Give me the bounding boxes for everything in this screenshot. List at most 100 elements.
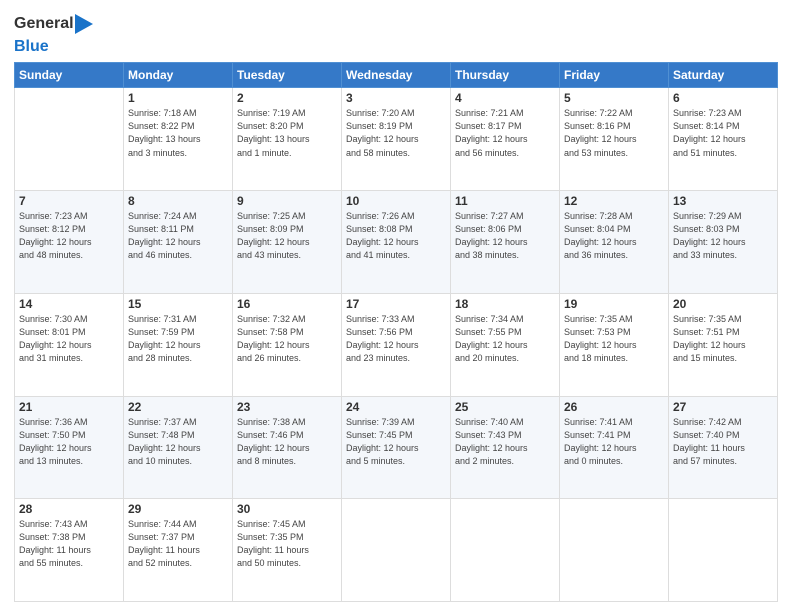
day-number: 17 xyxy=(346,297,446,311)
col-header-tuesday: Tuesday xyxy=(233,63,342,88)
day-info: Sunrise: 7:22 AMSunset: 8:16 PMDaylight:… xyxy=(564,107,664,159)
calendar-cell: 30 Sunrise: 7:45 AMSunset: 7:35 PMDayligh… xyxy=(233,499,342,602)
calendar-cell xyxy=(15,88,124,191)
day-info: Sunrise: 7:19 AMSunset: 8:20 PMDaylight:… xyxy=(237,107,337,159)
day-info: Sunrise: 7:32 AMSunset: 7:58 PMDaylight:… xyxy=(237,313,337,365)
day-number: 25 xyxy=(455,400,555,414)
day-info: Sunrise: 7:28 AMSunset: 8:04 PMDaylight:… xyxy=(564,210,664,262)
day-info: Sunrise: 7:44 AMSunset: 7:37 PMDaylight:… xyxy=(128,518,228,570)
day-number: 28 xyxy=(19,502,119,516)
week-row-3: 14 Sunrise: 7:30 AMSunset: 8:01 PMDayligh… xyxy=(15,293,778,396)
day-info: Sunrise: 7:25 AMSunset: 8:09 PMDaylight:… xyxy=(237,210,337,262)
calendar-cell xyxy=(669,499,778,602)
day-number: 5 xyxy=(564,91,664,105)
calendar-cell: 11 Sunrise: 7:27 AMSunset: 8:06 PMDayligh… xyxy=(451,191,560,294)
col-header-sunday: Sunday xyxy=(15,63,124,88)
calendar-cell: 16Sunrise: 7:32 AMSunset: 7:58 PMDayligh… xyxy=(233,293,342,396)
day-number: 4 xyxy=(455,91,555,105)
day-info: Sunrise: 7:18 AMSunset: 8:22 PMDaylight:… xyxy=(128,107,228,159)
day-info: Sunrise: 7:40 AMSunset: 7:43 PMDaylight:… xyxy=(455,416,555,468)
day-info: Sunrise: 7:39 AMSunset: 7:45 PMDaylight:… xyxy=(346,416,446,468)
day-info: Sunrise: 7:38 AMSunset: 7:46 PMDaylight:… xyxy=(237,416,337,468)
week-row-5: 28Sunrise: 7:43 AMSunset: 7:38 PMDayligh… xyxy=(15,499,778,602)
calendar-header-row: SundayMondayTuesdayWednesdayThursdayFrid… xyxy=(15,63,778,88)
logo: General Blue xyxy=(14,10,93,56)
calendar-cell xyxy=(560,499,669,602)
calendar-cell: 22 Sunrise: 7:37 AMSunset: 7:48 PMDayligh… xyxy=(124,396,233,499)
day-number: 6 xyxy=(673,91,773,105)
day-number: 19 xyxy=(564,297,664,311)
day-number: 1 xyxy=(128,91,228,105)
calendar-cell xyxy=(451,499,560,602)
day-number: 9 xyxy=(237,194,337,208)
calendar-cell: 12 Sunrise: 7:28 AMSunset: 8:04 PMDayligh… xyxy=(560,191,669,294)
day-info: Sunrise: 7:34 AMSunset: 7:55 PMDaylight:… xyxy=(455,313,555,365)
day-info: Sunrise: 7:23 AMSunset: 8:14 PMDaylight:… xyxy=(673,107,773,159)
calendar-cell: 21 Sunrise: 7:36 AMSunset: 7:50 PMDayligh… xyxy=(15,396,124,499)
day-info: Sunrise: 7:31 AMSunset: 7:59 PMDaylight:… xyxy=(128,313,228,365)
col-header-saturday: Saturday xyxy=(669,63,778,88)
calendar-cell: 19 Sunrise: 7:35 AMSunset: 7:53 PMDayligh… xyxy=(560,293,669,396)
calendar-cell: 7 Sunrise: 7:23 AMSunset: 8:12 PMDaylight… xyxy=(15,191,124,294)
calendar-cell: 13Sunrise: 7:29 AMSunset: 8:03 PMDayligh… xyxy=(669,191,778,294)
day-number: 2 xyxy=(237,91,337,105)
day-number: 8 xyxy=(128,194,228,208)
calendar-cell: 1 Sunrise: 7:18 AMSunset: 8:22 PMDaylight… xyxy=(124,88,233,191)
calendar-table: SundayMondayTuesdayWednesdayThursdayFrid… xyxy=(14,62,778,602)
week-row-1: 1 Sunrise: 7:18 AMSunset: 8:22 PMDaylight… xyxy=(15,88,778,191)
week-row-2: 7 Sunrise: 7:23 AMSunset: 8:12 PMDaylight… xyxy=(15,191,778,294)
logo-text: General Blue xyxy=(14,10,93,56)
calendar-cell: 27Sunrise: 7:42 AMSunset: 7:40 PMDayligh… xyxy=(669,396,778,499)
col-header-thursday: Thursday xyxy=(451,63,560,88)
day-number: 27 xyxy=(673,400,773,414)
day-number: 10 xyxy=(346,194,446,208)
calendar-cell: 2 Sunrise: 7:19 AMSunset: 8:20 PMDaylight… xyxy=(233,88,342,191)
day-info: Sunrise: 7:27 AMSunset: 8:06 PMDaylight:… xyxy=(455,210,555,262)
day-number: 30 xyxy=(237,502,337,516)
day-info: Sunrise: 7:23 AMSunset: 8:12 PMDaylight:… xyxy=(19,210,119,262)
calendar-cell: 28Sunrise: 7:43 AMSunset: 7:38 PMDayligh… xyxy=(15,499,124,602)
day-number: 15 xyxy=(128,297,228,311)
day-info: Sunrise: 7:20 AMSunset: 8:19 PMDaylight:… xyxy=(346,107,446,159)
day-info: Sunrise: 7:33 AMSunset: 7:56 PMDaylight:… xyxy=(346,313,446,365)
calendar-cell: 10 Sunrise: 7:26 AMSunset: 8:08 PMDayligh… xyxy=(342,191,451,294)
calendar-cell: 6 Sunrise: 7:23 AMSunset: 8:14 PMDaylight… xyxy=(669,88,778,191)
header: General Blue xyxy=(14,10,778,56)
day-info: Sunrise: 7:21 AMSunset: 8:17 PMDaylight:… xyxy=(455,107,555,159)
calendar-cell: 26 Sunrise: 7:41 AMSunset: 7:41 PMDayligh… xyxy=(560,396,669,499)
day-info: Sunrise: 7:35 AMSunset: 7:53 PMDaylight:… xyxy=(564,313,664,365)
day-number: 29 xyxy=(128,502,228,516)
day-number: 21 xyxy=(19,400,119,414)
calendar-cell: 15 Sunrise: 7:31 AMSunset: 7:59 PMDayligh… xyxy=(124,293,233,396)
logo-triangle xyxy=(75,10,93,38)
col-header-wednesday: Wednesday xyxy=(342,63,451,88)
calendar-cell: 5 Sunrise: 7:22 AMSunset: 8:16 PMDaylight… xyxy=(560,88,669,191)
day-info: Sunrise: 7:26 AMSunset: 8:08 PMDaylight:… xyxy=(346,210,446,262)
day-info: Sunrise: 7:29 AMSunset: 8:03 PMDaylight:… xyxy=(673,210,773,262)
day-number: 14 xyxy=(19,297,119,311)
week-row-4: 21 Sunrise: 7:36 AMSunset: 7:50 PMDayligh… xyxy=(15,396,778,499)
calendar-cell: 9 Sunrise: 7:25 AMSunset: 8:09 PMDaylight… xyxy=(233,191,342,294)
day-number: 23 xyxy=(237,400,337,414)
calendar-cell: 24 Sunrise: 7:39 AMSunset: 7:45 PMDayligh… xyxy=(342,396,451,499)
day-number: 24 xyxy=(346,400,446,414)
col-header-monday: Monday xyxy=(124,63,233,88)
calendar-cell: 18 Sunrise: 7:34 AMSunset: 7:55 PMDayligh… xyxy=(451,293,560,396)
calendar-cell: 20Sunrise: 7:35 AMSunset: 7:51 PMDayligh… xyxy=(669,293,778,396)
day-number: 12 xyxy=(564,194,664,208)
day-number: 22 xyxy=(128,400,228,414)
day-number: 18 xyxy=(455,297,555,311)
day-info: Sunrise: 7:30 AMSunset: 8:01 PMDaylight:… xyxy=(19,313,119,365)
day-number: 3 xyxy=(346,91,446,105)
day-info: Sunrise: 7:37 AMSunset: 7:48 PMDaylight:… xyxy=(128,416,228,468)
day-info: Sunrise: 7:45 AMSunset: 7:35 PMDaylight:… xyxy=(237,518,337,570)
day-info: Sunrise: 7:41 AMSunset: 7:41 PMDaylight:… xyxy=(564,416,664,468)
day-info: Sunrise: 7:36 AMSunset: 7:50 PMDaylight:… xyxy=(19,416,119,468)
calendar-cell: 14 Sunrise: 7:30 AMSunset: 8:01 PMDayligh… xyxy=(15,293,124,396)
day-number: 26 xyxy=(564,400,664,414)
day-number: 11 xyxy=(455,194,555,208)
calendar-cell xyxy=(342,499,451,602)
day-number: 7 xyxy=(19,194,119,208)
calendar-cell: 8Sunrise: 7:24 AMSunset: 8:11 PMDaylight… xyxy=(124,191,233,294)
calendar-cell: 29 Sunrise: 7:44 AMSunset: 7:37 PMDayligh… xyxy=(124,499,233,602)
